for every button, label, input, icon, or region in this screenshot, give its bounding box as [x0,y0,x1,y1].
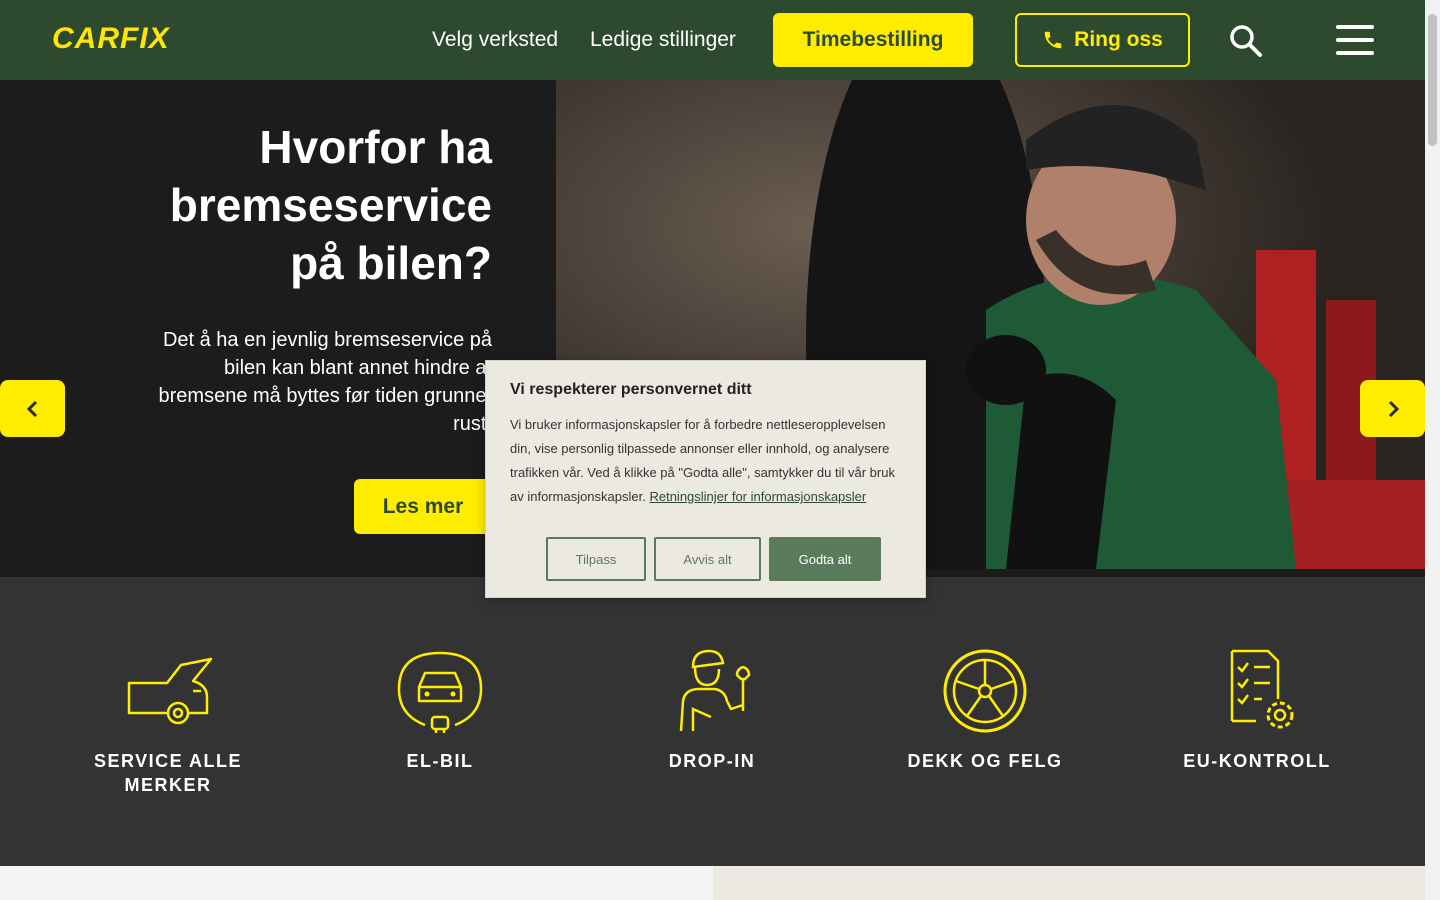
cookie-accept-button[interactable]: Godta alt [769,537,881,581]
scrollbar-thumb[interactable] [1428,14,1437,146]
content-section-right [713,866,1425,900]
chevron-right-icon [1388,400,1399,417]
services-section: SERVICE ALLE MERKER EL-BIL DROP-IN DEKK … [0,577,1425,866]
service-label: DEKK OG FELG [907,751,1063,771]
service-label: EL-BIL [406,751,474,771]
read-more-button[interactable]: Les mer [354,479,492,534]
carfix-logo[interactable]: CARFIX [52,22,170,56]
mechanic-icon [679,649,751,732]
site-header: CARFIX Velg verksted Ledige stillinger T… [0,0,1425,80]
cookie-text: Vi bruker informasjonskapsler for å forb… [510,413,901,509]
cookie-buttons: Tilpass Avvis alt Godta alt [546,537,881,581]
cookie-reject-button[interactable]: Avvis alt [654,537,761,581]
car-service-icon [127,657,213,725]
electric-car-icon [397,651,483,733]
checklist-gear-icon [1230,649,1294,729]
page-scrollbar[interactable] [1425,0,1440,900]
content-section-left [0,866,713,900]
read-more-label: Les mer [382,494,464,518]
service-item-dekk-og-felg[interactable]: DEKK OG FELG [870,649,1100,773]
service-item-el-bil[interactable]: EL-BIL [325,649,555,773]
search-icon[interactable] [1229,24,1263,58]
cookie-title: Vi respekterer personvernet ditt [510,381,752,398]
logo-text: CARFIX [52,22,170,55]
nav-ledige-stillinger[interactable]: Ledige stillinger [590,26,736,54]
carousel-next-button[interactable] [1360,380,1425,437]
hero-title: Hvorfor ha bremseservice på bilen? [169,121,492,289]
service-label: EU-KONTROLL [1183,751,1331,771]
cookie-consent-dialog: Vi respekterer personvernet ditt Vi bruk… [485,360,926,598]
service-label: SERVICE ALLE MERKER [93,751,243,795]
carousel-prev-button[interactable] [0,380,65,437]
service-label: DROP-IN [668,751,756,771]
hamburger-menu-icon[interactable] [1336,24,1374,56]
cookie-customize-button[interactable]: Tilpass [546,537,646,581]
phone-icon [1044,31,1062,49]
wheel-icon [943,649,1027,733]
service-item-alle-merker[interactable]: SERVICE ALLE MERKER [53,649,283,797]
service-item-eu-kontroll[interactable]: EU-KONTROLL [1142,649,1372,773]
chevron-left-icon [26,400,37,417]
call-button[interactable]: Ring oss [1015,13,1190,67]
call-button-label: Ring oss [1074,28,1163,51]
booking-button[interactable]: Timebestilling [773,13,973,67]
service-item-drop-in[interactable]: DROP-IN [597,649,827,773]
hero-text: Det å ha en jevnlig bremseservice på bil… [158,329,493,435]
booking-button-label: Timebestilling [802,28,944,51]
nav-velg-verksted[interactable]: Velg verksted [432,26,558,54]
cookie-policy-link[interactable]: Retningslinjer for informasjonskapsler [649,489,866,504]
